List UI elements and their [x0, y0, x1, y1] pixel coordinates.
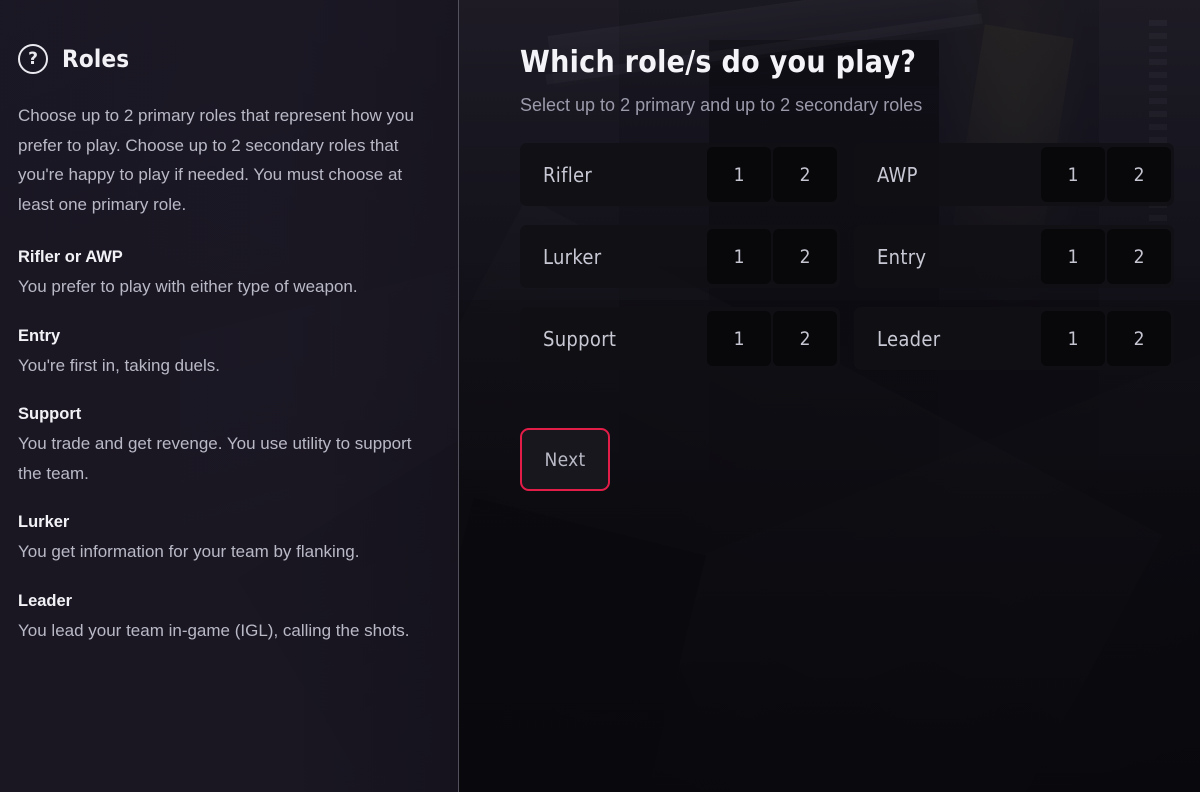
- role-secondary-button-support[interactable]: 2: [773, 311, 837, 366]
- page-subtitle: Select up to 2 primary and up to 2 secon…: [520, 95, 923, 115]
- role-secondary-button-lurker[interactable]: 2: [773, 229, 837, 284]
- role-name-label: Entry: [877, 244, 927, 269]
- role-primary-button-support[interactable]: 1: [707, 311, 771, 366]
- role-definition: Entry You're first in, taking duels.: [18, 324, 429, 381]
- page-title: Which role/s do you play?: [520, 45, 917, 80]
- role-definition-text: You trade and get revenge. You use utili…: [18, 434, 412, 483]
- role-definition-term: Rifler or AWP: [18, 248, 123, 266]
- role-name-label: Lurker: [543, 244, 602, 269]
- role-row-lurker[interactable]: Lurker 1 2: [520, 225, 840, 288]
- role-definition-text: You're first in, taking duels.: [18, 355, 221, 375]
- panel-divider: [458, 0, 459, 792]
- role-selection-panel: Which role/s do you play? Select up to 2…: [459, 0, 1200, 792]
- role-primary-button-lurker[interactable]: 1: [707, 229, 771, 284]
- role-definition: Lurker You get information for your team…: [18, 510, 429, 567]
- role-row-leader[interactable]: Leader 1 2: [854, 307, 1174, 370]
- role-row-rifler[interactable]: Rifler 1 2: [520, 143, 840, 206]
- role-definition-term: Entry: [18, 326, 61, 345]
- role-row-support[interactable]: Support 1 2: [520, 307, 840, 370]
- role-definition-term: Leader: [18, 591, 73, 610]
- sidebar-intro-text: Choose up to 2 primary roles that repres…: [18, 106, 414, 214]
- role-primary-button-leader[interactable]: 1: [1041, 311, 1105, 366]
- role-name-label: AWP: [877, 162, 918, 187]
- role-row-awp[interactable]: AWP 1 2: [854, 143, 1174, 206]
- role-primary-button-awp[interactable]: 1: [1041, 147, 1105, 202]
- role-definition: Support You trade and get revenge. You u…: [18, 402, 429, 488]
- role-primary-button-entry[interactable]: 1: [1041, 229, 1105, 284]
- roles-onboarding-screen: ? Roles Choose up to 2 primary roles tha…: [0, 0, 1200, 792]
- role-definition: Leader You lead your team in-game (IGL),…: [18, 589, 429, 646]
- roles-help-sidebar: ? Roles Choose up to 2 primary roles tha…: [0, 0, 459, 792]
- role-secondary-button-rifler[interactable]: 2: [773, 147, 837, 202]
- role-selection-grid: Rifler 1 2 AWP 1 2 Lurker 1 2 Entry 1 2 …: [520, 143, 1174, 370]
- role-definition-term: Lurker: [18, 513, 70, 531]
- role-secondary-button-leader[interactable]: 2: [1107, 311, 1171, 366]
- role-definition-text: You prefer to play with either type of w…: [18, 277, 358, 296]
- role-name-label: Leader: [877, 326, 941, 351]
- role-name-label: Rifler: [543, 162, 593, 187]
- role-definition: Rifler or AWP You prefer to play with ei…: [18, 245, 429, 302]
- role-secondary-button-awp[interactable]: 2: [1107, 147, 1171, 202]
- role-secondary-button-entry[interactable]: 2: [1107, 229, 1171, 284]
- role-definition-text: You lead your team in-game (IGL), callin…: [18, 620, 410, 640]
- role-definition-term: Support: [18, 405, 82, 423]
- sidebar-title: Roles: [62, 45, 130, 73]
- role-definition-text: You get information for your team by fla…: [18, 542, 360, 561]
- role-primary-button-rifler[interactable]: 1: [707, 147, 771, 202]
- next-button[interactable]: Next: [520, 428, 610, 491]
- sidebar-header: ? Roles: [18, 44, 429, 74]
- question-circle-icon: ?: [18, 44, 48, 74]
- role-row-entry[interactable]: Entry 1 2: [854, 225, 1174, 288]
- role-name-label: Support: [543, 326, 617, 351]
